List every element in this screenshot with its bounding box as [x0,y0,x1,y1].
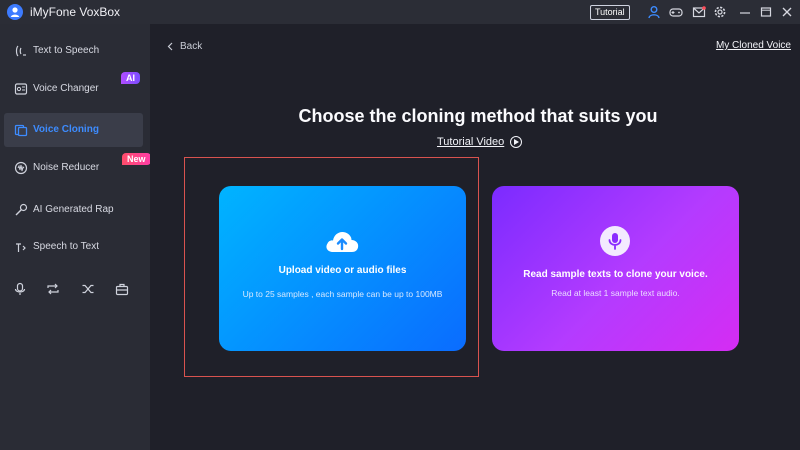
upload-card-title: Upload video or audio files [278,265,407,276]
page-title: Choose the cloning method that suits you [298,106,658,126]
sidebar-item-ai-generated-rap[interactable]: AI Generated Rap [4,193,143,227]
tutorial-button[interactable]: Tutorial [590,5,630,20]
play-circle-icon [510,136,523,148]
sidebar-item-label: Speech to Text [33,241,99,252]
voice-cloning-icon [14,124,28,137]
back-button[interactable]: Back [167,41,202,52]
sidebar-item-noise-reducer[interactable]: Noise Reducer New [4,151,151,185]
read-card-title: Read sample texts to clone your voice. [523,269,708,280]
read-card-description: Read at least 1 sample text audio. [551,288,680,298]
sidebar-item-label: Voice Cloning [33,124,99,135]
speech-to-text-icon [16,243,26,252]
rap-icon [15,203,28,216]
main-content: Back My Cloned Voice Choose the cloning … [150,24,800,450]
sidebar-item-label: AI Generated Rap [33,204,114,215]
sidebar-item-label: Text to Speech [33,45,100,56]
sidebar-item-voice-changer[interactable]: Voice Changer AI [4,72,143,106]
sidebar-item-label: Voice Changer [33,83,99,94]
microphone-icon[interactable] [13,282,27,296]
my-cloned-voice-link[interactable]: My Cloned Voice [716,40,791,51]
sidebar-item-label: Noise Reducer [33,162,100,173]
text-to-speech-icon [15,45,26,57]
read-sample-card[interactable]: Read sample texts to clone your voice. R… [492,186,739,351]
minimize-icon[interactable] [738,5,752,19]
sidebar-item-speech-to-text[interactable]: Speech to Text [4,230,143,264]
tutorial-video-label: Tutorial Video [437,136,505,148]
upload-files-card[interactable]: Upload video or audio files Up to 25 sam… [219,186,466,351]
title-bar: iMyFone VoxBox Tutorial [0,0,800,24]
shuffle-icon[interactable] [81,282,95,296]
user-icon[interactable] [647,5,661,19]
close-icon[interactable] [780,5,794,19]
sidebar-item-voice-cloning[interactable]: Voice Cloning [4,113,143,147]
new-badge: New [122,153,151,165]
chevron-left-icon [167,42,173,51]
sidebar: Text to Speech Voice Changer AI Voice Cl… [0,24,151,450]
app-logo-icon [7,4,23,20]
settings-icon[interactable] [713,5,727,19]
noise-reducer-icon [14,161,28,175]
tutorial-video-link[interactable]: Tutorial Video [437,136,523,148]
microphone-icon [600,226,630,256]
cloud-upload-icon [326,231,359,252]
ai-badge: AI [121,72,140,84]
mail-icon[interactable] [692,5,706,19]
mini-tools-row [0,279,150,299]
sidebar-item-text-to-speech[interactable]: Text to Speech [4,34,143,68]
toolbox-icon[interactable] [115,282,129,296]
back-label: Back [180,41,203,52]
voice-changer-icon [14,83,28,95]
repeat-icon[interactable] [46,282,60,296]
upload-card-description: Up to 25 samples , each sample can be up… [242,289,443,299]
game-controller-icon[interactable] [669,5,683,19]
maximize-icon[interactable] [759,5,773,19]
app-title: iMyFone VoxBox [30,5,121,19]
